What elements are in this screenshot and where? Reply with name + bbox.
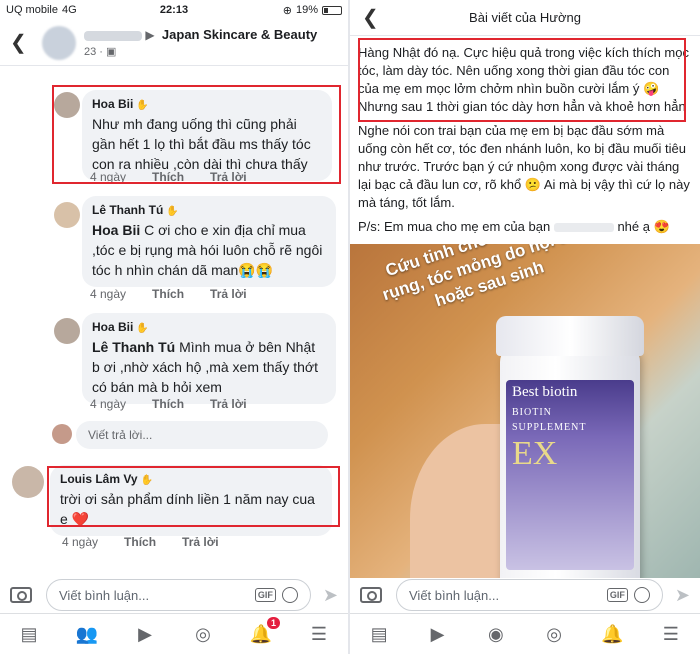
avatar[interactable] [54,202,80,228]
comment-bubble: Hoa Bii ✋ Lê Thanh Tú Mình mua ở bên Nhật… [82,313,336,404]
blurred-text [553,223,614,233]
ps-suffix: nhé ạ 😍 [613,219,670,234]
commenter-name[interactable]: Hoa Bii [92,97,133,111]
like-button[interactable]: Thích [152,170,184,184]
like-button[interactable]: Thích [152,397,184,411]
avatar[interactable] [54,92,80,118]
comment-actions: 4 ngày Thích Trả lời [90,287,247,301]
battery-icon [322,5,342,15]
watch-icon[interactable]: ▶ [132,621,158,647]
camera-icon[interactable] [10,587,32,603]
post-view-header: ❮ Bài viết của Hường [350,0,700,36]
group-name[interactable]: Japan Skincare & Beauty [162,27,317,42]
comment-input-placeholder: Viết bình luận... [59,587,150,603]
group-privacy-icon: ▣ [106,46,117,58]
gif-icon[interactable]: GIF [254,588,276,602]
comment-bubble: Hoa Bii ✋ Như mh đang uống thì cũng phải … [82,90,332,181]
post-screen: ❮ Bài viết của Hường Hàng Nhật đó nạ. Cự… [350,0,700,654]
back-chevron-icon[interactable]: ❮ [362,5,384,30]
notifications-bell-icon[interactable]: 🔔 [599,621,625,647]
member-badge-icon: ✋ [136,323,149,334]
bottle-line1: BIOTIN [512,407,552,418]
commenter-name[interactable]: Louis Lâm Vy [60,472,138,486]
like-button[interactable]: Thích [124,535,156,549]
notifications-bell-icon[interactable]: 🔔 1 [248,617,280,647]
comment-actions: 4 ngày Thích Trả lời [62,535,219,549]
comment-text: trời ơi sản phẩm dính liền 1 năm nay cua… [60,491,315,527]
post-photo[interactable]: Cứu tinh cho ai tóc hay rụng, tóc mỏng d… [350,244,700,578]
comment-time: 4 ngày [62,535,99,549]
reply-button[interactable]: Trả lời [182,535,219,549]
news-feed-icon[interactable]: ▤ [16,621,42,647]
send-icon[interactable]: ➤ [323,585,338,606]
back-chevron-icon[interactable]: ❮ [10,30,32,55]
groups-icon[interactable]: ◎ [190,621,216,647]
status-bar: UQ mobile 4G 22:13 ⊕ 19% [0,0,348,20]
member-badge-icon: ✋ [140,475,154,486]
comment-input-placeholder: Viết bình luận... [409,587,500,603]
member-badge-icon: ✋ [166,206,179,217]
post-header: ❮ ▶ Japan Skincare & Beauty 23 · ▣ [0,20,348,66]
arrow-icon: ▶ [145,28,155,42]
reply-input[interactable]: Viết trả lời... [76,421,328,449]
comment-time: 4 ngày [90,287,127,301]
emoji-icon[interactable] [281,587,298,603]
menu-icon[interactable]: ☰ [306,621,332,647]
comment-actions: 4 ngày Thích Trả lời [90,170,247,184]
notification-badge: 1 [266,617,280,629]
author-name-blurred [84,30,142,41]
comment-text: Như mh đang uống thì cũng phải gần hết 1… [92,116,311,172]
comment-bubble: Louis Lâm Vy ✋ trời ơi sản phẩm dính liền… [50,465,332,536]
comment-input[interactable]: Viết bình luận... GIF [46,579,311,611]
commenter-name[interactable]: Hoa Bii [92,320,133,334]
member-badge-icon: ✋ [136,100,149,111]
post-ps: P/s: Em mua cho mẹ em của bạn nhé ạ 😍 [358,218,692,236]
like-button[interactable]: Thích [152,287,184,301]
bottom-tab-bar: ▤ ▶ ◉ ◎ 🔔 ☰ [350,613,700,654]
bottle-ex: EX [512,435,558,472]
page-title: Bài viết của Hường [469,10,581,25]
menu-icon[interactable]: ☰ [658,621,684,647]
my-avatar [52,424,72,444]
groups-icon[interactable]: ◎ [541,621,567,647]
camera-icon[interactable] [360,587,382,603]
avatar[interactable] [54,318,80,344]
bottle-line2: SUPPLEMENT [512,422,587,433]
author-avatar[interactable] [42,25,76,60]
comment-time: 4 ngày [90,170,127,184]
biotin-bottle-image: Best biotin BIOTIN SUPPLEMENT EX [496,316,644,578]
comment-input[interactable]: Viết bình luận... GIF [396,579,663,611]
news-feed-icon[interactable]: ▤ [366,621,392,647]
post-paragraph: Hàng Nhật đó nạ. Cực hiệu quả trong việc… [358,45,689,114]
reply-button[interactable]: Trả lời [210,170,247,184]
emoji-icon[interactable] [633,587,650,603]
comment-composer: Viết bình luận... GIF ➤ [0,577,348,613]
comment-bubble: Lê Thanh Tú ✋ Hoa Bii C ơi cho e xin địa … [82,196,336,287]
commenter-name[interactable]: Lê Thanh Tú [92,203,163,217]
reply-button[interactable]: Trả lời [210,287,247,301]
profile-icon[interactable]: ◉ [483,621,509,647]
mention-link[interactable]: Hoa Bii [92,222,140,238]
avatar[interactable] [12,466,44,498]
mention-link[interactable]: Lê Thanh Tú [92,339,175,355]
friends-icon[interactable]: 👥 [74,621,100,647]
comment-composer: Viết bình luận... GIF ➤ [350,577,700,613]
comment-time: 4 ngày [90,397,127,411]
gif-icon[interactable]: GIF [606,588,628,602]
send-icon[interactable]: ➤ [675,585,690,606]
post-body: Hàng Nhật đó nạ. Cực hiệu quả trong việc… [350,36,700,240]
comments-screen: UQ mobile 4G 22:13 ⊕ 19% ❮ ▶ Japan Skinc… [0,0,348,654]
ps-prefix: P/s: Em mua cho mẹ em của bạn [358,219,551,234]
post-time: 23 · [84,46,107,58]
clock: 22:13 [159,4,189,16]
reply-button[interactable]: Trả lời [210,397,247,411]
bottom-tab-bar: ▤ 👥 ▶ ◎ 🔔 1 ☰ [0,613,348,654]
watch-icon[interactable]: ▶ [424,621,450,647]
post-paragraph: Nghe nói con trai bạn của mẹ em bị bạc đ… [358,123,690,210]
comment-actions: 4 ngày Thích Trả lời [90,397,247,411]
bottle-brand: Best biotin [512,384,578,400]
